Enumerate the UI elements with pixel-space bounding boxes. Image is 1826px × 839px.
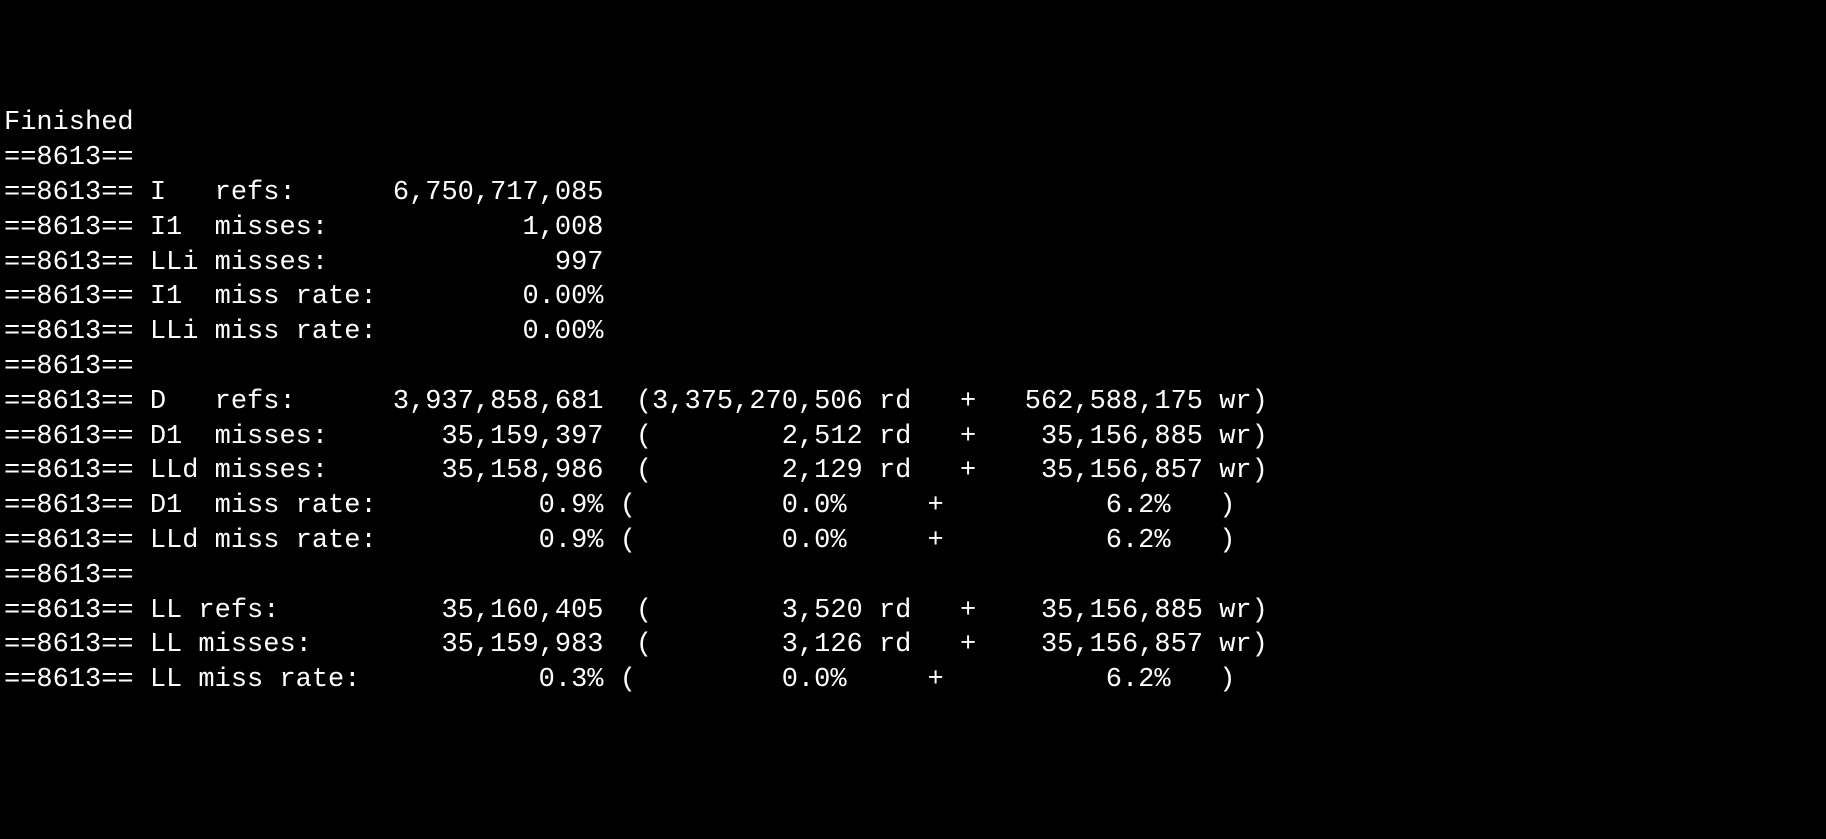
output-line: ==8613== LLi misses: 997 bbox=[4, 246, 1822, 281]
output-line: ==8613== bbox=[4, 350, 1822, 385]
output-line: ==8613== LL misses: 35,159,983 ( 3,126 r… bbox=[4, 628, 1822, 663]
output-line: ==8613== LLd misses: 35,158,986 ( 2,129 … bbox=[4, 454, 1822, 489]
output-line: ==8613== D refs: 3,937,858,681 (3,375,27… bbox=[4, 385, 1822, 420]
output-line: ==8613== D1 miss rate: 0.9% ( 0.0% + 6.2… bbox=[4, 489, 1822, 524]
output-line: ==8613== D1 misses: 35,159,397 ( 2,512 r… bbox=[4, 420, 1822, 455]
output-line: ==8613== bbox=[4, 559, 1822, 594]
output-line: ==8613== LLd miss rate: 0.9% ( 0.0% + 6.… bbox=[4, 524, 1822, 559]
output-line: ==8613== I refs: 6,750,717,085 bbox=[4, 176, 1822, 211]
output-line: ==8613== I1 miss rate: 0.00% bbox=[4, 280, 1822, 315]
output-line: ==8613== LL refs: 35,160,405 ( 3,520 rd … bbox=[4, 594, 1822, 629]
output-line: Finished bbox=[4, 106, 1822, 141]
output-line: ==8613== bbox=[4, 141, 1822, 176]
output-line: ==8613== LL miss rate: 0.3% ( 0.0% + 6.2… bbox=[4, 663, 1822, 698]
terminal-output: Finished==8613====8613== I refs: 6,750,7… bbox=[4, 106, 1822, 698]
output-line: ==8613== LLi miss rate: 0.00% bbox=[4, 315, 1822, 350]
output-line: ==8613== I1 misses: 1,008 bbox=[4, 211, 1822, 246]
